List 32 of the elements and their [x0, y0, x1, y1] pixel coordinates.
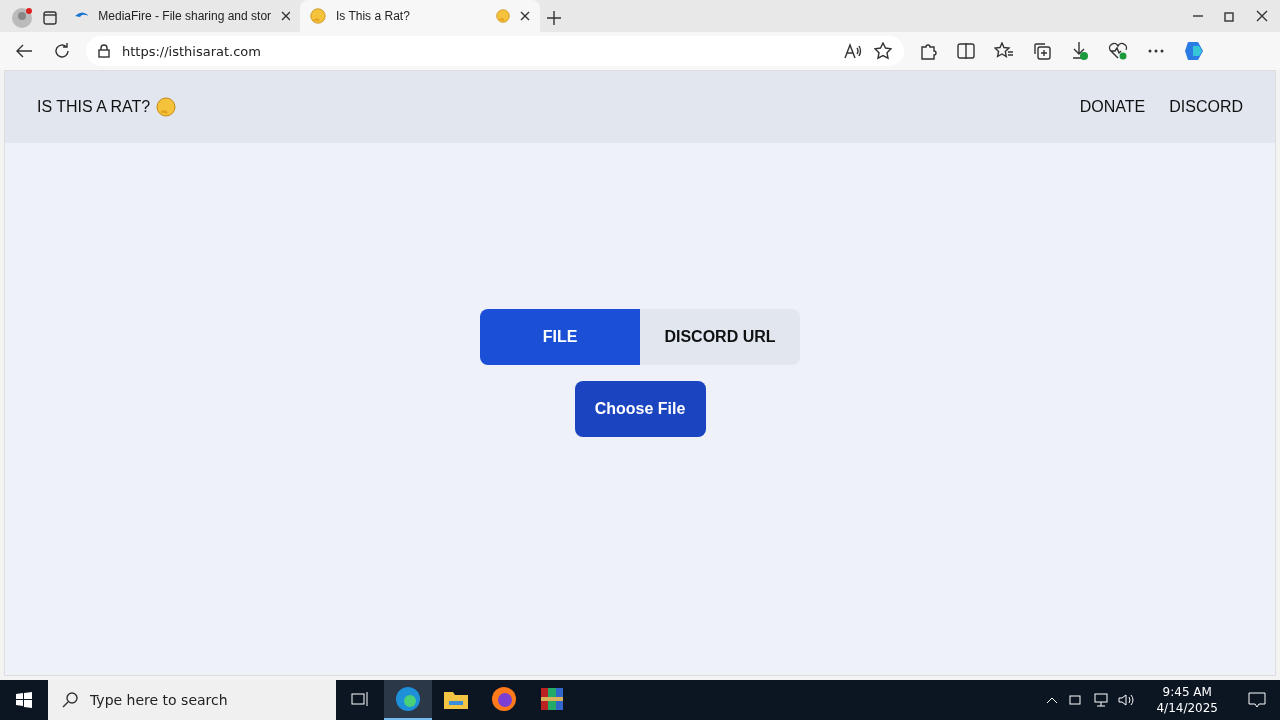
lock-icon [98, 44, 110, 58]
network-icon[interactable] [1092, 693, 1109, 707]
browser-icon[interactable] [395, 686, 421, 712]
emoji-icon [496, 9, 510, 23]
mode-tab[interactable]: FILE [480, 309, 640, 365]
notification-icon[interactable] [1248, 692, 1266, 708]
clock-time[interactable]: 9:45 AM [1162, 684, 1212, 700]
volume-icon[interactable] [1118, 693, 1135, 707]
site-logo[interactable]: IS THIS A RAT? [37, 98, 151, 116]
read-aloud-icon[interactable] [844, 43, 862, 59]
archive-icon[interactable] [539, 686, 565, 712]
restore-icon[interactable] [1224, 10, 1236, 22]
task-view-icon[interactable] [351, 691, 369, 707]
choose-file-button[interactable]: Choose File [574, 381, 706, 437]
browser-tab[interactable]: Is This a Rat? [300, 0, 540, 32]
search-icon [62, 692, 78, 708]
emoji-icon [310, 8, 326, 24]
close-icon[interactable] [1256, 10, 1268, 22]
chevron-up-icon[interactable] [1046, 696, 1059, 704]
emoji-icon [156, 97, 177, 117]
address-bar[interactable]: https://isthisarat.com [86, 36, 904, 66]
clock-date[interactable]: 4/14/2025 [1156, 700, 1218, 716]
nav-link[interactable]: DONATE [1079, 98, 1146, 116]
windows-icon[interactable] [16, 692, 32, 708]
star-icon[interactable] [874, 42, 892, 60]
mode-tab[interactable]: DISCORD URL [640, 309, 800, 365]
browser-tab[interactable]: MediaFire - File sharing and stor [64, 0, 300, 32]
close-icon[interactable] [520, 11, 530, 21]
taskbar-search-field[interactable]: Type here to search [48, 680, 336, 720]
taskbar-app[interactable] [384, 680, 432, 720]
close-icon[interactable] [281, 11, 290, 21]
nav-link[interactable]: DISCORD [1169, 98, 1243, 116]
